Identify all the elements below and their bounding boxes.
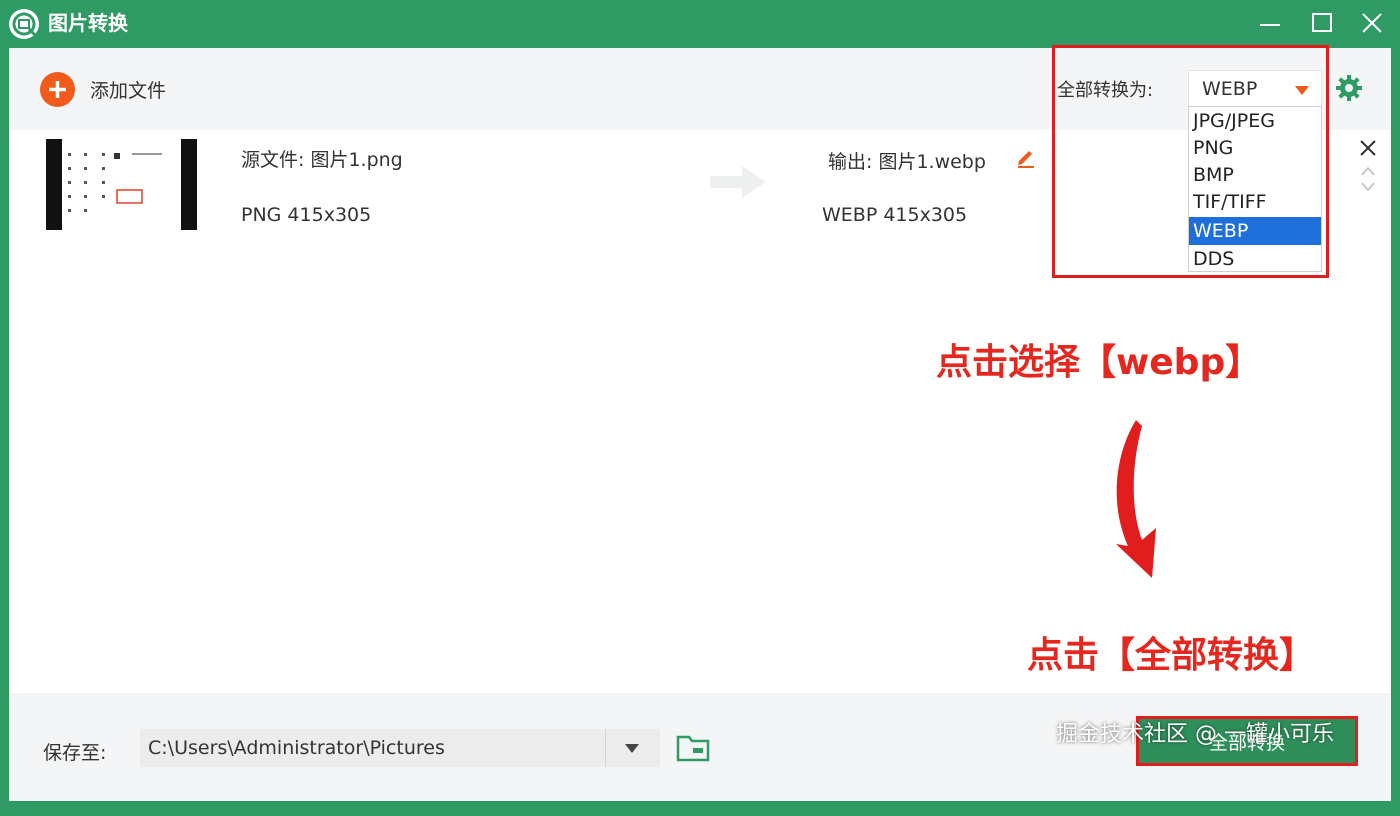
annotation-select-webp: 点击选择【webp】	[936, 342, 1262, 383]
app-title: 图片转换	[48, 11, 128, 35]
close-button[interactable]	[1355, 8, 1389, 38]
settings-gear-icon[interactable]	[1334, 73, 1364, 103]
plus-icon	[40, 72, 75, 107]
save-to-label: 保存至:	[43, 742, 107, 764]
convert-arrow-icon	[706, 160, 770, 204]
app-logo-icon	[9, 9, 39, 39]
minimize-button[interactable]	[1253, 8, 1287, 38]
source-file-label: 源文件: 图片1.png	[241, 149, 403, 171]
path-divider	[605, 729, 606, 767]
title-bar: 图片转换	[0, 0, 1400, 48]
open-folder-icon[interactable]	[676, 733, 710, 763]
maximize-button[interactable]	[1305, 8, 1339, 38]
source-file-info: PNG 415x305	[241, 204, 372, 226]
edit-pencil-icon[interactable]	[1015, 146, 1037, 168]
watermark-text: 掘金技术社区 @ 一罐小可乐	[1056, 722, 1334, 747]
output-file-info: WEBP 415x305	[822, 204, 968, 226]
annotation-highlight-box	[1052, 45, 1329, 278]
annotation-curved-arrow-icon	[1094, 416, 1174, 581]
move-up-chevron-icon[interactable]	[1360, 162, 1376, 176]
path-dropdown-icon[interactable]	[625, 744, 639, 753]
move-down-chevron-icon[interactable]	[1360, 178, 1376, 192]
annotation-click-convert: 点击【全部转换】	[1027, 635, 1316, 676]
add-file-label: 添加文件	[90, 80, 167, 102]
output-file-label: 输出: 图片1.webp	[828, 151, 986, 173]
remove-file-icon[interactable]	[1358, 138, 1378, 158]
save-path-input[interactable]	[140, 729, 660, 767]
main-window: 添加文件 全部转换为: WEBP 源文件: 图片1.png PNG 415x30…	[9, 45, 1391, 801]
file-thumbnail	[46, 139, 197, 230]
